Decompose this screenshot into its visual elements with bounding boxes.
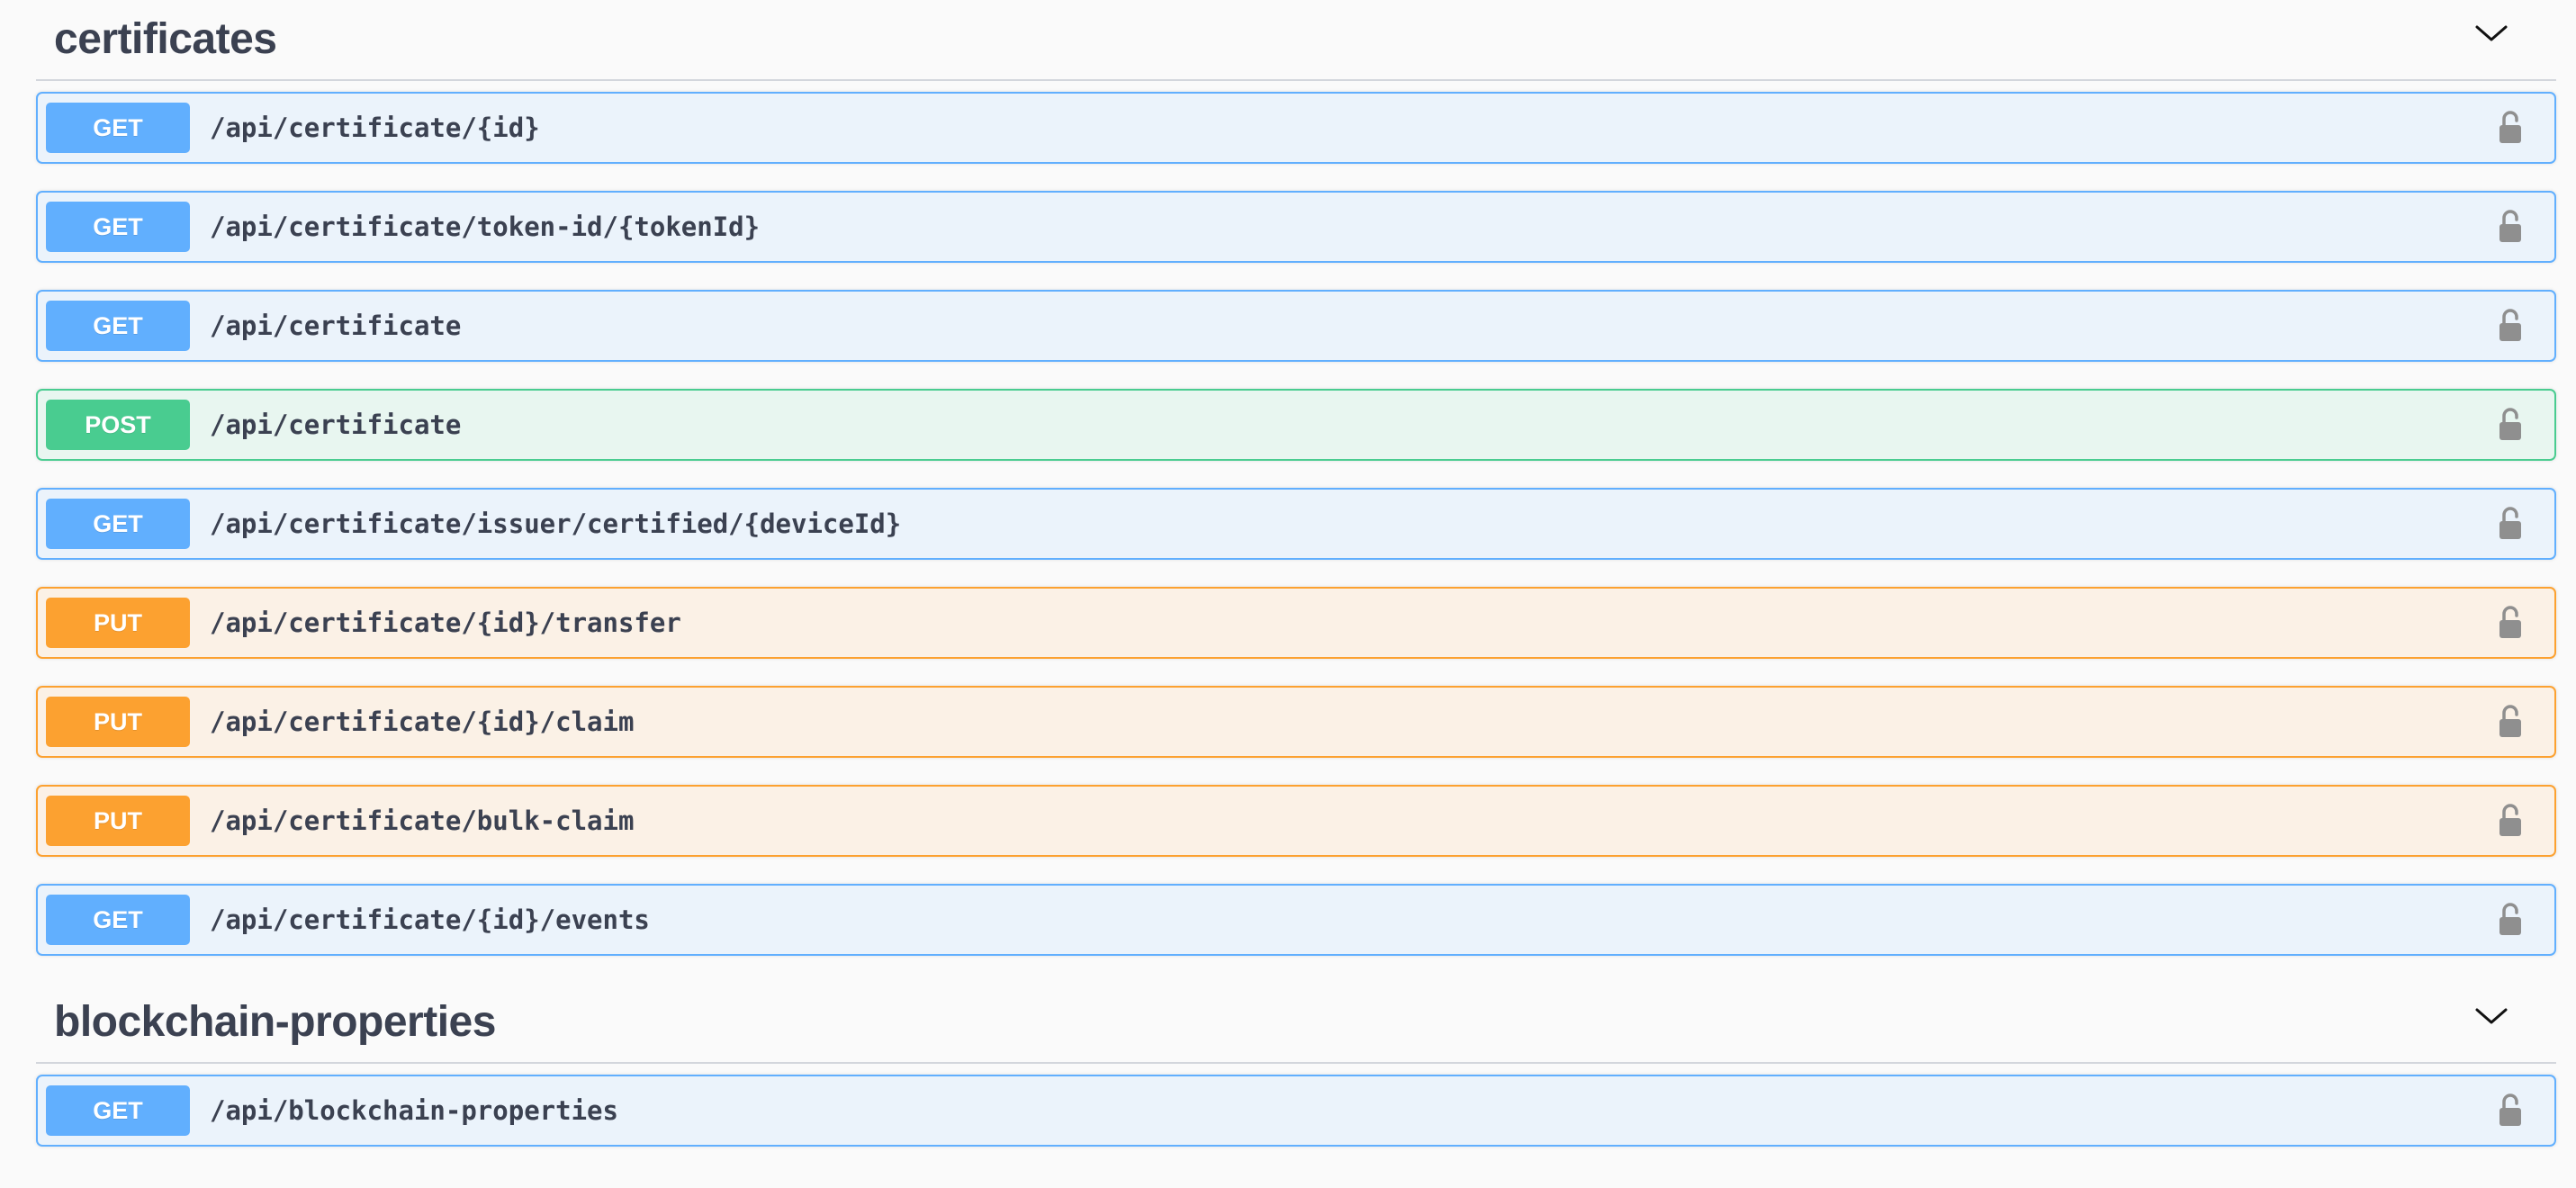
method-badge: GET [46,499,190,549]
lock-icon[interactable] [2497,901,2524,937]
lock-icon[interactable] [2497,604,2524,640]
method-badge: GET [46,895,190,945]
operation-path: /api/certificate/{id}/transfer [210,608,681,638]
lock-icon[interactable] [2497,1092,2524,1128]
operation-row[interactable]: PUT /api/certificate/{id}/transfer [36,587,2556,659]
lock-icon[interactable] [2497,307,2524,343]
operation-row[interactable]: GET /api/certificate/issuer/certified/{d… [36,488,2556,560]
method-badge: POST [46,400,190,450]
tag-section-certificates: certificates GET /api/certificate/{id} G… [36,0,2556,956]
chevron-down-icon[interactable] [2473,20,2509,47]
method-badge: GET [46,301,190,351]
operation-path: /api/blockchain-properties [210,1095,618,1126]
operation-row[interactable]: GET /api/certificate/{id} [36,92,2556,164]
method-badge: GET [46,202,190,252]
tag-header-certificates[interactable]: certificates [36,0,2556,81]
method-badge: PUT [46,697,190,747]
tag-header-blockchain-properties[interactable]: blockchain-properties [36,983,2556,1064]
operation-row[interactable]: GET /api/certificate/{id}/events [36,884,2556,956]
operation-row[interactable]: POST /api/certificate [36,389,2556,461]
operation-path: /api/certificate/issuer/certified/{devic… [210,508,902,539]
method-badge: GET [46,1085,190,1136]
lock-icon[interactable] [2497,208,2524,244]
tag-title: certificates [54,15,277,63]
operation-path: /api/certificate [210,410,462,440]
operation-path: /api/certificate/{id}/claim [210,706,635,737]
operation-row[interactable]: GET /api/blockchain-properties [36,1075,2556,1147]
method-badge: GET [46,103,190,153]
operation-row[interactable]: GET /api/certificate/token-id/{tokenId} [36,191,2556,263]
lock-icon[interactable] [2497,109,2524,145]
chevron-down-icon[interactable] [2473,1003,2509,1030]
lock-icon[interactable] [2497,505,2524,541]
operation-row[interactable]: PUT /api/certificate/bulk-claim [36,785,2556,857]
operation-row[interactable]: GET /api/certificate [36,290,2556,362]
lock-icon[interactable] [2497,703,2524,739]
tag-title: blockchain-properties [54,998,496,1046]
operation-path: /api/certificate [210,310,462,341]
tag-section-blockchain-properties: blockchain-properties GET /api/blockchai… [36,983,2556,1147]
swagger-operations-page: certificates GET /api/certificate/{id} G… [0,0,2576,1188]
operation-path: /api/certificate/bulk-claim [210,806,635,836]
lock-icon[interactable] [2497,802,2524,838]
operation-path: /api/certificate/token-id/{tokenId} [210,212,761,242]
operation-path: /api/certificate/{id} [210,112,540,143]
method-badge: PUT [46,598,190,648]
method-badge: PUT [46,796,190,846]
operation-row[interactable]: PUT /api/certificate/{id}/claim [36,686,2556,758]
operation-path: /api/certificate/{id}/events [210,904,650,935]
lock-icon[interactable] [2497,406,2524,442]
